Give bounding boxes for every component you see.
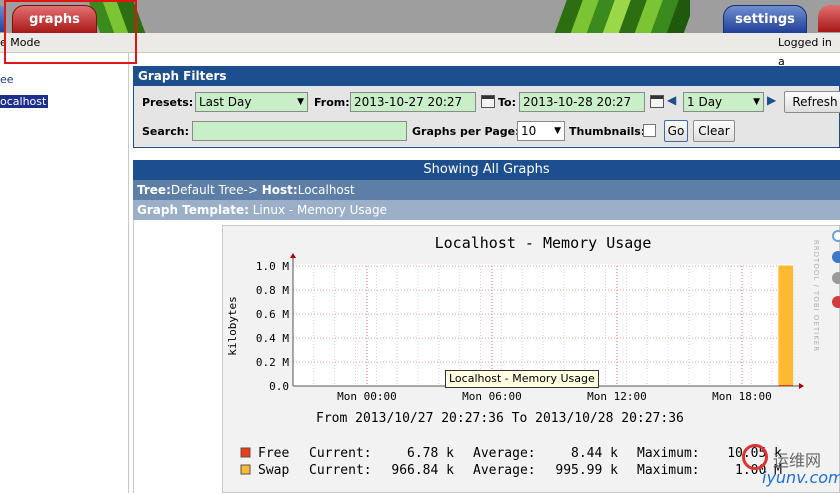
y-tick-label: 0.0 xyxy=(269,380,289,393)
tree-value: Default Tree-> xyxy=(170,183,258,197)
time-range-text: From 2013/10/27 20:27:36 To 2013/10/28 2… xyxy=(316,411,684,426)
chart-title: Localhost - Memory Usage xyxy=(435,234,652,252)
thumbnails-label: Thumbnails: xyxy=(569,125,646,138)
refresh-button[interactable]: Refresh xyxy=(784,91,840,113)
legend-current-value: 6.78 k xyxy=(407,446,454,461)
from-label: From: xyxy=(314,96,350,109)
to-label: To: xyxy=(498,96,516,109)
to-calendar-icon[interactable] xyxy=(650,95,664,108)
watermark-logo-icon xyxy=(742,444,768,470)
legend-series-name: Swap xyxy=(258,463,289,478)
tooltip: Localhost - Memory Usage xyxy=(445,370,599,388)
presets-label: Presets: xyxy=(142,96,194,109)
graph-filters-panel: Graph Filters Presets: Last Day ▼ From: … xyxy=(133,66,840,148)
link-icon[interactable] xyxy=(832,251,840,263)
search-input[interactable] xyxy=(192,121,407,141)
graphs-per-page-select[interactable]: 10 ▼ xyxy=(517,121,565,141)
legend-maximum-label: Maximum: xyxy=(637,446,700,461)
y-tick-label: 0.6 M xyxy=(256,308,289,321)
plot-area xyxy=(293,264,793,386)
legend-maximum-label: Maximum: xyxy=(637,463,700,478)
legend-swatch xyxy=(240,464,251,475)
delete-icon[interactable] xyxy=(832,296,840,308)
wrench-icon[interactable] xyxy=(832,272,840,284)
tree-item-default-tree[interactable]: ee xyxy=(0,73,14,86)
presets-value: Last Day xyxy=(199,95,252,109)
x-axis-arrow xyxy=(799,383,804,389)
watermark: 运维网 iyunv.com xyxy=(740,440,840,493)
series-swap-area xyxy=(778,265,793,385)
go-button[interactable]: Go xyxy=(664,120,688,142)
from-calendar-icon[interactable] xyxy=(481,95,495,108)
graphs-per-page-label: Graphs per Page: xyxy=(412,125,520,138)
timespan-value: 1 Day xyxy=(687,95,723,109)
tree-item-localhost[interactable]: ocalhost xyxy=(0,95,49,108)
x-tick-label: Mon 18:00 xyxy=(712,390,772,403)
tab-settings[interactable]: settings xyxy=(723,5,807,33)
chart-marks xyxy=(778,265,793,386)
legend: Free Current: 6.78 k Average: 8.44 k Maximum:… xyxy=(240,446,782,478)
graph-template-value: Linux - Memory Usage xyxy=(252,203,388,217)
host-label: Host: xyxy=(261,183,298,197)
legend-average-label: Average: xyxy=(473,463,536,478)
chevron-down-icon: ▼ xyxy=(554,126,561,136)
graphs-per-page-value: 10 xyxy=(521,124,537,138)
to-date-input[interactable]: 2013-10-28 20:27 xyxy=(519,92,645,112)
legend-current-value: 966.84 k xyxy=(391,463,454,478)
graph-filters-heading: Graph Filters xyxy=(134,67,840,86)
y-axis-arrow xyxy=(290,253,296,258)
tree-pane: ee ocalhost xyxy=(0,53,129,493)
y-tick-label: 0.2 M xyxy=(256,356,289,369)
tree-label: Tree: xyxy=(137,183,171,197)
x-tick-label: Mon 00:00 xyxy=(337,390,397,403)
presets-select[interactable]: Last Day ▼ xyxy=(195,92,308,112)
legend-series-name: Free xyxy=(258,446,289,461)
legend-swatch xyxy=(240,447,251,458)
zoom-icon[interactable] xyxy=(832,230,840,242)
legend-average-label: Average: xyxy=(473,446,536,461)
legend-current-label: Current: xyxy=(309,463,372,478)
graph-template-row: Graph Template: Linux - Memory Usage xyxy=(133,200,840,220)
shift-left-icon[interactable]: ◀ xyxy=(667,93,676,107)
shift-right-icon[interactable]: ▶ xyxy=(767,93,776,107)
timespan-select[interactable]: 1 Day ▼ xyxy=(683,92,764,112)
tab-extra[interactable] xyxy=(818,5,840,32)
x-tick-label: Mon 06:00 xyxy=(462,390,522,403)
legend-average-value: 995.99 k xyxy=(555,463,618,478)
clear-button[interactable]: Clear xyxy=(693,120,735,142)
search-label: Search: xyxy=(142,125,189,138)
rrdtool-credit: RRDTOOL / TOBI OETIKER xyxy=(812,240,820,352)
series-free-area xyxy=(778,384,793,386)
chevron-down-icon: ▼ xyxy=(297,97,304,107)
watermark-line2: iyunv.com xyxy=(762,468,840,487)
chevron-down-icon: ▼ xyxy=(753,97,760,107)
y-axis-label: kilobytes xyxy=(226,296,239,356)
from-date-input[interactable]: 2013-10-27 20:27 xyxy=(350,92,476,112)
showing-graphs-heading: Showing All Graphs xyxy=(133,160,840,180)
highlight-box xyxy=(4,0,137,64)
y-tick-label: 1.0 M xyxy=(256,260,289,273)
legend-current-label: Current: xyxy=(309,446,372,461)
y-tick-label: 0.8 M xyxy=(256,284,289,297)
thumbnails-checkbox[interactable] xyxy=(643,124,656,137)
legend-average-value: 8.44 k xyxy=(571,446,618,461)
host-value: Localhost xyxy=(297,183,355,197)
graph-template-label: Graph Template: xyxy=(137,203,249,217)
x-tick-label: Mon 12:00 xyxy=(587,390,647,403)
tree-host-row: Tree:Default Tree-> Host:Localhost xyxy=(133,180,840,200)
y-tick-label: 0.4 M xyxy=(256,332,289,345)
